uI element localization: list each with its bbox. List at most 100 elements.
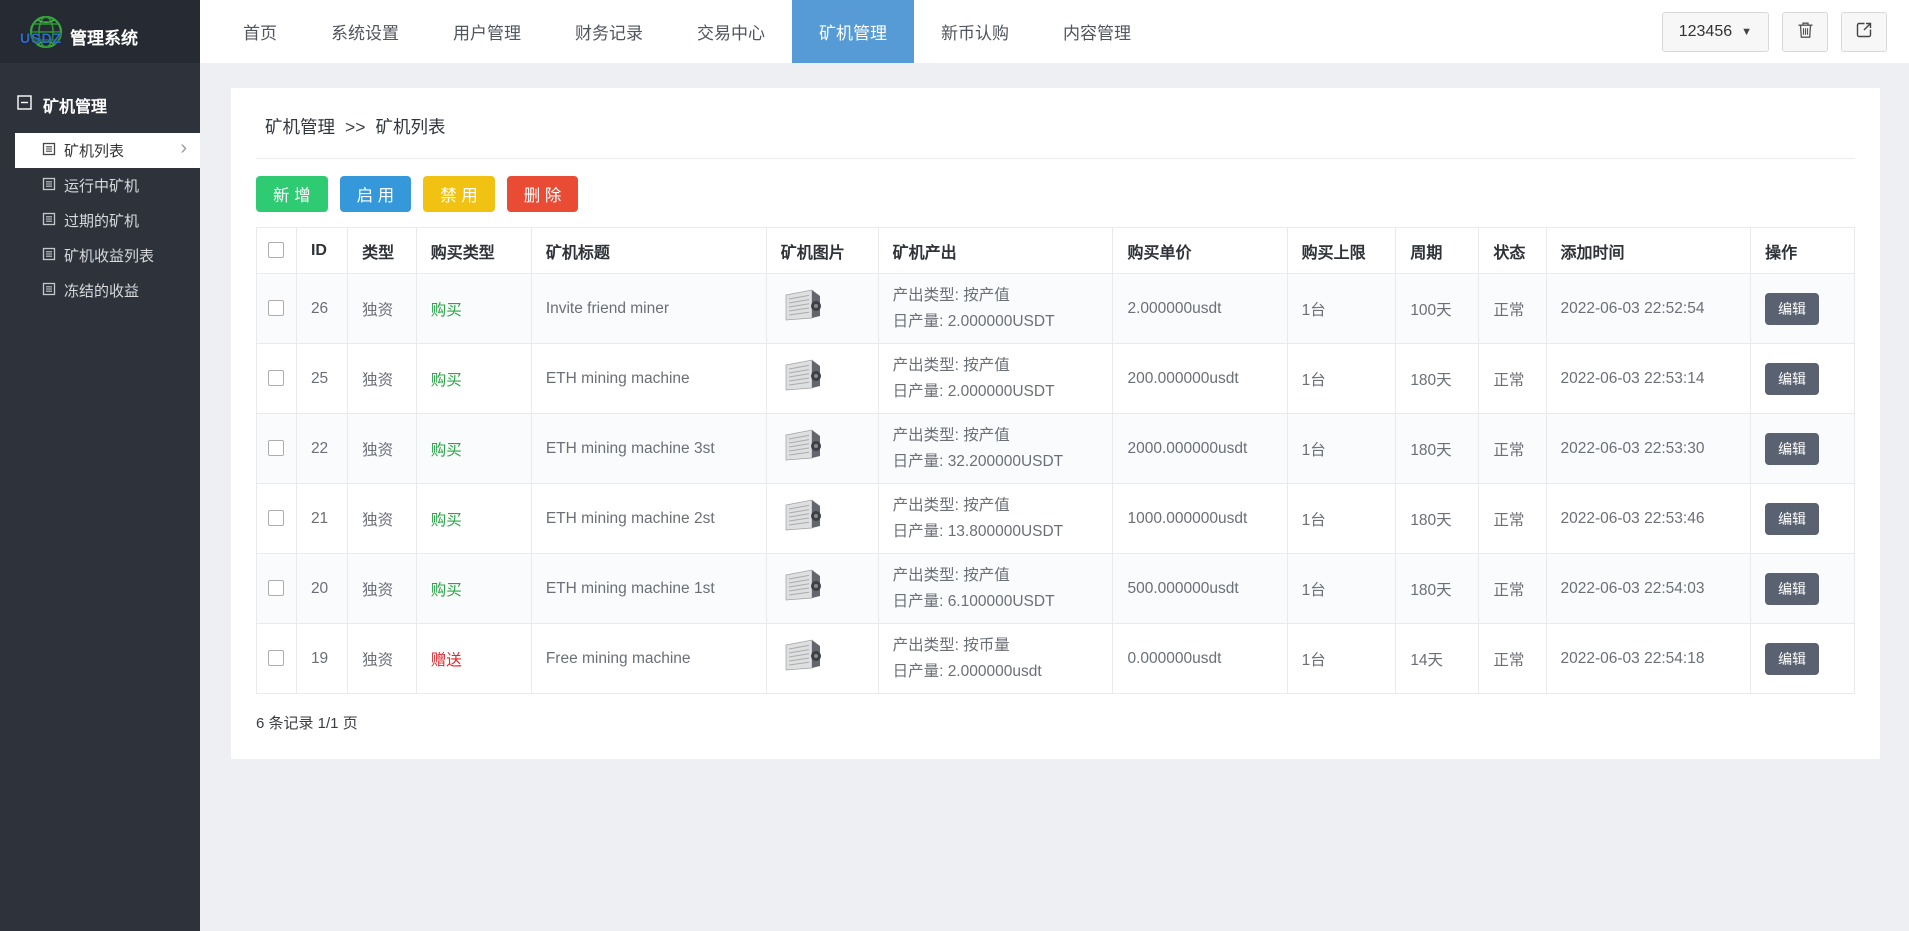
price-cell: 1000.000000usdt [1112, 483, 1288, 554]
table-row: 26 独资 购买 Invite friend miner 产出类型: 按产值 日… [256, 273, 1855, 344]
status-cell: 正常 [1478, 483, 1547, 554]
type-cell: 独资 [347, 413, 417, 484]
top-nav-item[interactable]: 新币认购 [914, 0, 1036, 63]
column-header: 矿机图片 [765, 227, 879, 274]
cycle-cell: 180天 [1395, 413, 1480, 484]
table-body: 26 独资 购买 Invite friend miner 产出类型: 按产值 日… [256, 273, 1855, 694]
price-cell: 2.000000usdt [1112, 273, 1288, 344]
sidebar-item[interactable]: 矿机列表 › [15, 133, 200, 168]
list-icon [42, 247, 56, 265]
edit-button[interactable]: 编辑 [1765, 292, 1820, 325]
image-cell [765, 623, 879, 694]
miner-image [781, 359, 825, 400]
column-header: 矿机标题 [530, 227, 767, 274]
breadcrumb: 矿机管理 >> 矿机列表 [256, 88, 1855, 159]
ops-cell: 编辑 [1750, 553, 1855, 624]
top-nav-item[interactable]: 系统设置 [304, 0, 426, 63]
time-cell: 2022-06-03 22:53:46 [1545, 483, 1752, 554]
top-nav-item[interactable]: 用户管理 [426, 0, 548, 63]
title-cell: ETH mining machine 1st [530, 553, 767, 624]
app-title: 管理系统 [70, 29, 138, 48]
row-select-cell [256, 273, 297, 344]
ops-cell: 编辑 [1750, 623, 1855, 694]
delete-button[interactable]: 删 除 [506, 176, 579, 212]
daily-output: 日产量: 32.200000USDT [892, 452, 1064, 470]
edit-button[interactable]: 编辑 [1765, 572, 1820, 605]
daily-output: 日产量: 6.100000USDT [892, 592, 1055, 610]
record-summary: 6 条记录 1/1 页 [256, 715, 358, 732]
sidebar-item[interactable]: 运行中矿机 › [0, 168, 200, 203]
table-row: 20 独资 购买 ETH mining machine 1st 产出类型: 按产… [256, 553, 1855, 624]
sidebar-item[interactable]: 矿机收益列表 › [0, 238, 200, 273]
row-checkbox[interactable] [268, 650, 285, 667]
daily-output: 日产量: 13.800000USDT [892, 522, 1064, 540]
sidebar-section-header[interactable]: 矿机管理 [0, 63, 200, 133]
output-type: 产出类型: 按产值 [892, 356, 1010, 374]
top-actions: 123456 ▼ [1661, 0, 1909, 63]
row-checkbox[interactable] [268, 370, 285, 387]
edit-button[interactable]: 编辑 [1765, 432, 1820, 465]
limit-cell: 1台 [1286, 623, 1397, 694]
image-cell [765, 483, 879, 554]
column-header: 添加时间 [1545, 227, 1752, 274]
id-cell: 22 [295, 413, 349, 484]
status-cell: 正常 [1478, 413, 1547, 484]
ops-cell: 编辑 [1750, 483, 1855, 554]
edit-button[interactable]: 编辑 [1765, 362, 1820, 395]
top-nav-item[interactable]: 内容管理 [1036, 0, 1158, 63]
row-select-cell [256, 623, 297, 694]
sidebar-item-label: 运行中矿机 [64, 178, 140, 195]
output-cell: 产出类型: 按币量 日产量: 2.000000usdt [877, 623, 1114, 694]
buy-type-label: 购买 [430, 511, 462, 529]
logo-usdz-text: USDZ [20, 30, 63, 46]
type-cell: 独资 [347, 343, 417, 414]
price-cell: 200.000000usdt [1112, 343, 1288, 414]
content-card: 矿机管理 >> 矿机列表 新 增 启 用 禁 用 删 除 ID 类型 购买类型 矿机标题矿… [231, 88, 1880, 759]
daily-output: 日产量: 2.000000USDT [892, 312, 1055, 330]
time-cell: 2022-06-03 22:54:03 [1545, 553, 1752, 624]
column-header: 操作 [1750, 227, 1855, 274]
type-cell: 独资 [347, 623, 417, 694]
row-checkbox[interactable] [268, 300, 285, 317]
column-header: 购买上限 [1286, 227, 1397, 274]
user-dropdown[interactable]: 123456 ▼ [1661, 11, 1769, 52]
miner-image [781, 429, 825, 470]
enable-button[interactable]: 启 用 [339, 176, 412, 212]
column-header: 状态 [1478, 227, 1547, 274]
sidebar-item[interactable]: 冻结的收益 › [0, 273, 200, 308]
buy-type-label: 购买 [430, 371, 462, 389]
sidebar-item[interactable]: 过期的矿机 › [0, 203, 200, 238]
output-type: 产出类型: 按产值 [892, 426, 1010, 444]
price-cell: 2000.000000usdt [1112, 413, 1288, 484]
top-nav-item[interactable]: 交易中心 [670, 0, 792, 63]
top-nav-item[interactable]: 财务记录 [548, 0, 670, 63]
limit-cell: 1台 [1286, 483, 1397, 554]
edit-button[interactable]: 编辑 [1765, 502, 1820, 535]
top-nav-item[interactable]: 矿机管理 [792, 0, 914, 63]
column-header: ID [295, 227, 349, 274]
image-cell [765, 553, 879, 624]
miner-table: ID 类型 购买类型 矿机标题 矿机图片 矿机产出 购买单价 购买上限 周期 状态 添加时间 操作 2… [256, 227, 1855, 694]
disable-button[interactable]: 禁 用 [423, 176, 495, 212]
row-checkbox[interactable] [268, 510, 285, 527]
edit-button[interactable]: 编辑 [1765, 642, 1820, 675]
add-button[interactable]: 新 增 [256, 176, 328, 212]
logout-button[interactable] [1841, 11, 1887, 52]
list-icon [42, 212, 56, 230]
select-all-checkbox[interactable] [268, 242, 285, 259]
output-type: 产出类型: 按产值 [892, 496, 1010, 514]
row-checkbox[interactable] [268, 440, 285, 457]
ops-cell: 编辑 [1750, 413, 1855, 484]
username: 123456 [1678, 22, 1733, 40]
chevron-down-icon: ▼ [1741, 25, 1752, 38]
ops-cell: 编辑 [1750, 273, 1855, 344]
top-nav-item[interactable]: 首页 [216, 0, 304, 63]
output-type: 产出类型: 按币量 [892, 636, 1010, 654]
chevron-right-icon: › [180, 137, 187, 159]
trash-button[interactable] [1782, 11, 1828, 52]
topbar: USDZ 管理系统 首页 系统设置 用户管理 财务记录 交易中心 矿机管理 新币认购 内容管理… [0, 0, 1909, 63]
status-cell: 正常 [1478, 343, 1547, 414]
time-cell: 2022-06-03 22:53:14 [1545, 343, 1752, 414]
row-checkbox[interactable] [268, 580, 285, 597]
limit-cell: 1台 [1286, 343, 1397, 414]
